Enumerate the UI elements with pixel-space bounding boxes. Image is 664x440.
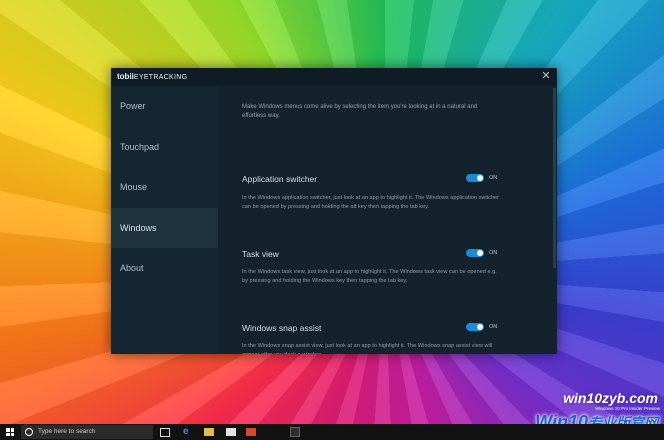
toggle-state-label: ON [489,324,498,330]
start-button[interactable] [6,428,14,436]
cortana-icon [25,428,33,436]
sidebar-item-label: About [120,263,144,273]
toggle-state-label: ON [489,250,498,256]
sidebar-item-mouse[interactable]: Mouse [111,167,218,208]
setting-description-application-switcher: In the Windows application switcher, jus… [242,195,500,210]
toggle-application-switcher[interactable] [466,174,484,182]
toggle-knob [477,175,483,181]
settings-content: Make Windows menus come alive by selecti… [218,86,551,354]
watermark-build-text: Windows 10 Pro Insider Preview [595,406,660,411]
setting-title-task-view: Task view [242,249,279,259]
close-button[interactable]: ✕ [540,70,552,82]
sidebar-item-touchpad[interactable]: Touchpad [111,127,218,168]
toggle-knob [477,324,483,330]
setting-title-windows-snap-assist: Windows snap assist [242,323,322,333]
close-icon: ✕ [541,70,551,82]
sidebar-item-label: Power [120,101,146,111]
tobii-logo: tobiiEYETRACKING [117,72,187,81]
task-view-icon[interactable] [160,428,170,437]
sidebar-item-label: Touchpad [120,141,160,152]
taskbar: Type here to search e [0,424,664,440]
sidebar-item-label: Windows [120,222,157,233]
edge-icon[interactable]: e [183,427,193,437]
sidebar-item-label: Mouse [120,182,148,192]
scrollbar[interactable] [553,88,556,268]
toggle-knob [477,250,483,256]
file-explorer-icon[interactable] [204,428,214,436]
sidebar-item-windows[interactable]: Windows [111,207,218,248]
store-icon[interactable] [226,428,236,436]
brand-name: tobii [117,72,134,81]
watermark-site: win10zyb.com [563,390,658,406]
office-icon[interactable] [246,428,256,436]
windows-logo-icon [6,428,10,432]
toggle-state-label: ON [489,175,498,181]
title-bar[interactable]: tobiiEYETRACKING ✕ [111,68,557,86]
setting-title-application-switcher: Application switcher [242,174,318,184]
brand-suffix: EYETRACKING [133,74,188,81]
toggle-windows-snap-assist[interactable] [466,323,484,331]
tobii-app-icon[interactable] [290,427,300,437]
setting-description-task-view: In the Windows task view, just look at a… [242,269,497,284]
windows-logo-icon-part [10,428,14,432]
search-placeholder: Type here to search [38,428,96,435]
windows-logo-icon-part [10,432,14,436]
sidebar-item-power[interactable]: Power [111,86,218,127]
taskbar-search-box[interactable]: Type here to search [21,425,153,439]
toggle-task-view[interactable] [466,249,484,257]
windows-logo-icon-part [6,432,10,436]
intro-text: Make Windows menus come alive by selecti… [242,104,478,119]
tobii-settings-window: tobiiEYETRACKING ✕ Power Touchpad Mouse … [111,68,557,354]
sidebar-item-about[interactable]: About [111,248,218,289]
sidebar: Power Touchpad Mouse Windows About [111,86,218,354]
setting-description-windows-snap-assist: In the Windows snap assist view, just lo… [242,343,493,354]
